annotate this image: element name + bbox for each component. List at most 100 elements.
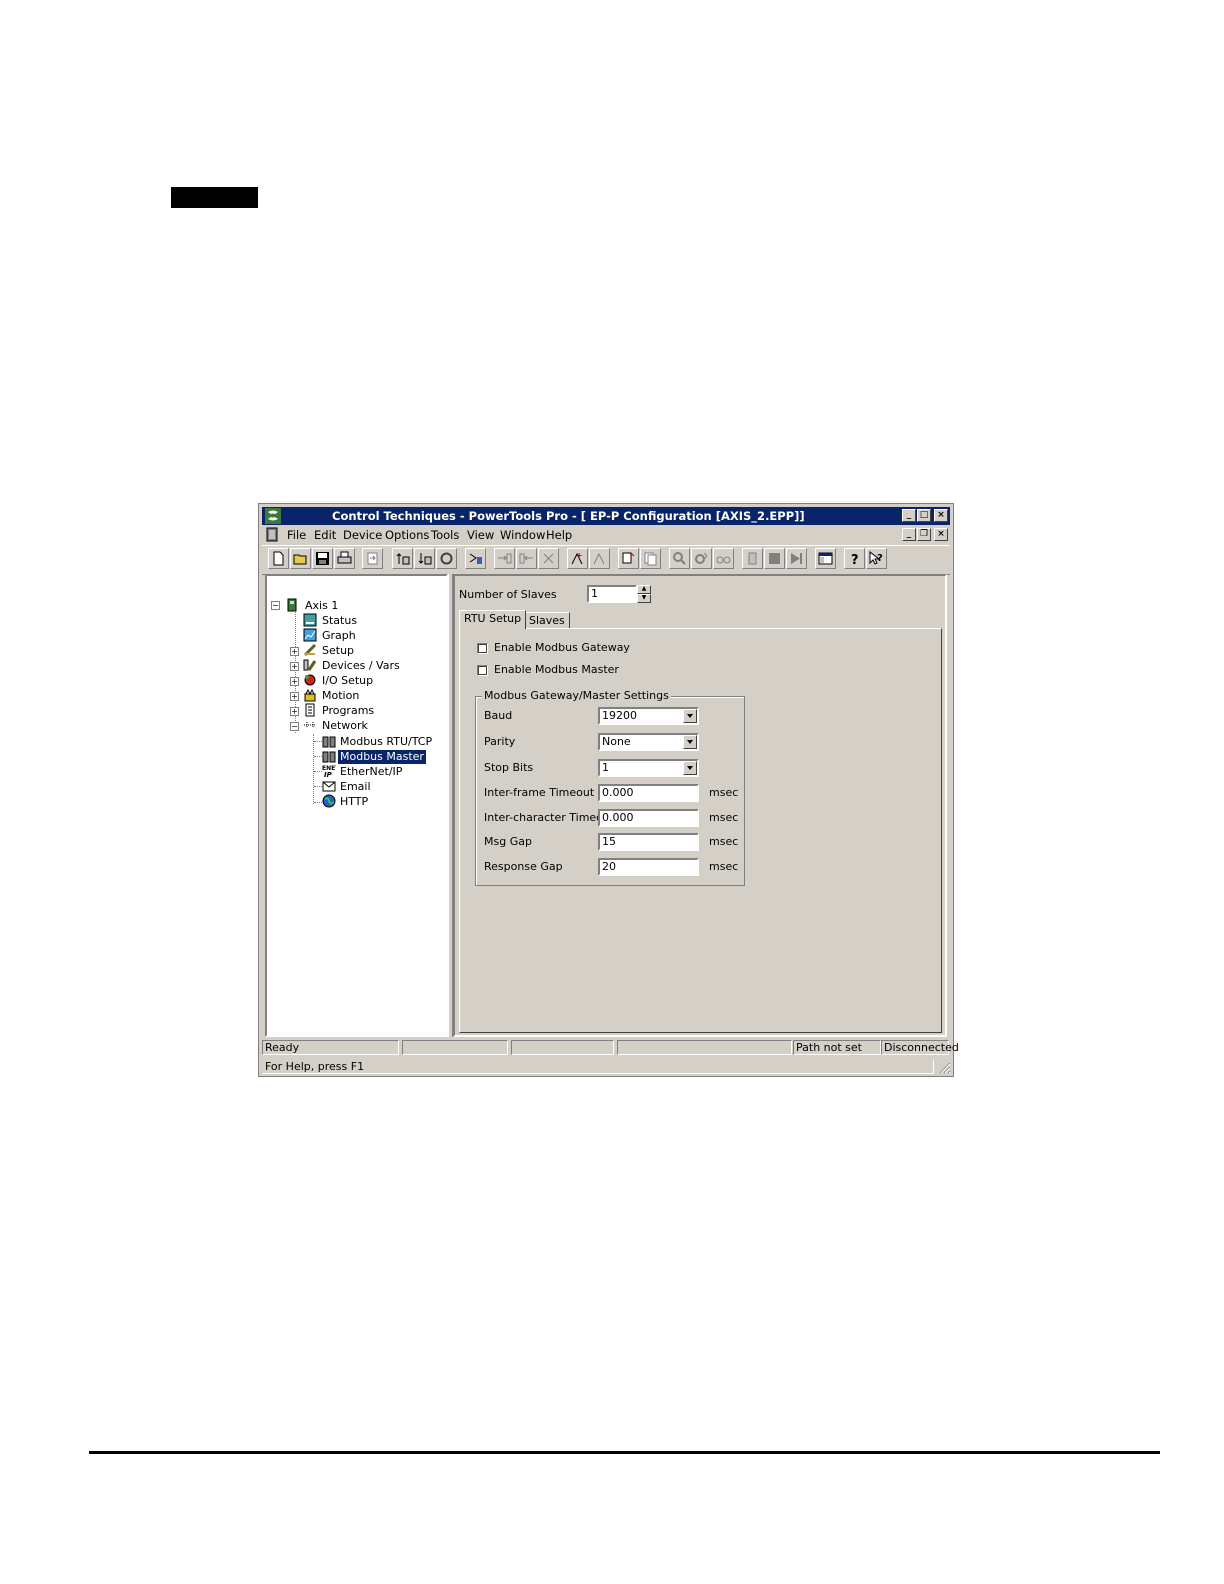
- tree-connector: [314, 786, 322, 787]
- msg-gap-input[interactable]: 15: [598, 833, 699, 851]
- refresh-button[interactable]: [436, 548, 457, 569]
- spin-down-icon[interactable]: ▼: [637, 594, 651, 603]
- chevron-down-icon[interactable]: [683, 735, 697, 749]
- open-button[interactable]: [290, 548, 311, 569]
- interframe-timeout-input[interactable]: 0.000: [598, 784, 699, 802]
- help-status-bar: For Help, press F1: [262, 1059, 950, 1075]
- tree-node-motion[interactable]: Motion: [322, 689, 359, 703]
- paste-button[interactable]: [640, 548, 661, 569]
- tree-expand-devices[interactable]: +: [290, 662, 299, 671]
- print-button[interactable]: [334, 548, 355, 569]
- tree-expand-programs[interactable]: +: [290, 707, 299, 716]
- add-left-button[interactable]: [516, 548, 537, 569]
- doc-restore-button[interactable]: ❐: [917, 528, 931, 541]
- number-of-slaves-spinner[interactable]: ▲ ▼: [637, 585, 651, 603]
- tab-slaves[interactable]: Slaves: [524, 612, 570, 629]
- tree-expand-io[interactable]: +: [290, 677, 299, 686]
- title-bar[interactable]: Control Techniques - PowerTools Pro - [ …: [262, 507, 950, 525]
- number-of-slaves-input[interactable]: 1: [587, 585, 637, 603]
- tree-node-setup[interactable]: Setup: [322, 644, 354, 658]
- minimize-button[interactable]: _: [902, 509, 916, 522]
- connect-button[interactable]: [465, 548, 486, 569]
- copy-button[interactable]: [618, 548, 639, 569]
- baud-select[interactable]: 19200: [598, 707, 699, 725]
- tree-collapse-network[interactable]: −: [290, 722, 299, 731]
- help-button[interactable]: ?: [844, 548, 865, 569]
- menu-help[interactable]: Help: [546, 528, 572, 542]
- new-button[interactable]: [268, 548, 289, 569]
- msg-gap-unit: msec: [709, 835, 739, 848]
- document-icon[interactable]: [266, 527, 278, 542]
- export-button[interactable]: [362, 548, 383, 569]
- tree-node-graph[interactable]: Graph: [322, 629, 356, 643]
- parity-select[interactable]: None: [598, 733, 699, 751]
- stop-button[interactable]: [764, 548, 785, 569]
- tree-node-status[interactable]: Status: [322, 614, 357, 628]
- tree-node-io[interactable]: I/O Setup: [322, 674, 373, 688]
- interchar-timeout-input[interactable]: 0.000: [598, 809, 699, 827]
- record-button[interactable]: [742, 548, 763, 569]
- settings-group-title: Modbus Gateway/Master Settings: [482, 689, 671, 702]
- doc-minimize-button[interactable]: _: [902, 528, 916, 541]
- tab-rtu-setup[interactable]: RTU Setup: [459, 610, 527, 629]
- chevron-down-icon[interactable]: [683, 709, 697, 723]
- find-next-icon: [695, 552, 708, 564]
- upload-button[interactable]: [392, 548, 413, 569]
- tree-node-devices[interactable]: Devices / Vars: [322, 659, 400, 673]
- remove-line-button[interactable]: [589, 548, 610, 569]
- window-icon: [818, 552, 833, 565]
- msg-gap-label: Msg Gap: [484, 835, 532, 848]
- response-gap-input[interactable]: 20: [598, 858, 699, 876]
- footer-rule: [89, 1451, 1160, 1454]
- enable-gateway-checkbox[interactable]: [477, 643, 488, 654]
- record-icon: [748, 552, 757, 565]
- status-pane-2: [402, 1040, 508, 1055]
- tree-node-http[interactable]: HTTP: [340, 795, 368, 809]
- stop-bits-select[interactable]: 1: [598, 759, 699, 777]
- enable-master-checkbox[interactable]: [477, 665, 488, 676]
- menu-file[interactable]: File: [287, 528, 306, 542]
- play-button[interactable]: [786, 548, 807, 569]
- resize-grip-icon[interactable]: [939, 1062, 951, 1074]
- tree-node-email[interactable]: Email: [340, 780, 371, 794]
- find-next-button[interactable]: [691, 548, 712, 569]
- baud-label: Baud: [484, 709, 513, 722]
- menu-tools[interactable]: Tools: [431, 528, 459, 542]
- menu-view[interactable]: View: [467, 528, 494, 542]
- doc-close-button[interactable]: ×: [934, 528, 948, 541]
- tree-expand-setup[interactable]: +: [290, 647, 299, 656]
- menu-window[interactable]: Window: [500, 528, 545, 542]
- maximize-button[interactable]: □: [917, 509, 931, 522]
- menu-device[interactable]: Device: [343, 528, 382, 542]
- app-logo-icon: [265, 508, 281, 524]
- menu-edit[interactable]: Edit: [314, 528, 336, 542]
- delete-button[interactable]: [538, 548, 559, 569]
- tree-connector: [313, 734, 314, 804]
- find-button[interactable]: [669, 548, 690, 569]
- window-button[interactable]: [815, 548, 836, 569]
- tree-collapse-root[interactable]: −: [271, 601, 280, 610]
- add-line-button[interactable]: [567, 548, 588, 569]
- close-button[interactable]: ×: [934, 509, 948, 522]
- download-icon: [418, 553, 432, 565]
- replace-button[interactable]: [713, 548, 734, 569]
- tree-node-modbus-master[interactable]: Modbus Master: [338, 750, 426, 764]
- menu-options[interactable]: Options: [385, 528, 429, 542]
- tree-node-network[interactable]: Network: [322, 719, 368, 733]
- upload-icon: [396, 553, 410, 565]
- tree-node-modbus-rtu[interactable]: Modbus RTU/TCP: [340, 735, 432, 749]
- tree-expand-motion[interactable]: +: [290, 692, 299, 701]
- chevron-down-icon[interactable]: [683, 761, 697, 775]
- download-button[interactable]: [414, 548, 435, 569]
- project-tree[interactable]: − Axis 1 Status Graph + Setup + Devices …: [265, 574, 448, 1037]
- axis-drive-icon: [287, 598, 297, 612]
- tree-node-ethernet-ip[interactable]: EtherNet/IP: [340, 765, 402, 779]
- svg-text:IP: IP: [324, 771, 333, 778]
- tree-node-axis[interactable]: Axis 1: [305, 599, 338, 613]
- connect-icon: [469, 553, 482, 564]
- add-right-button[interactable]: [494, 548, 515, 569]
- save-button[interactable]: [312, 548, 333, 569]
- tree-node-programs[interactable]: Programs: [322, 704, 374, 718]
- context-help-button[interactable]: ?: [866, 548, 887, 569]
- spin-up-icon[interactable]: ▲: [637, 585, 651, 594]
